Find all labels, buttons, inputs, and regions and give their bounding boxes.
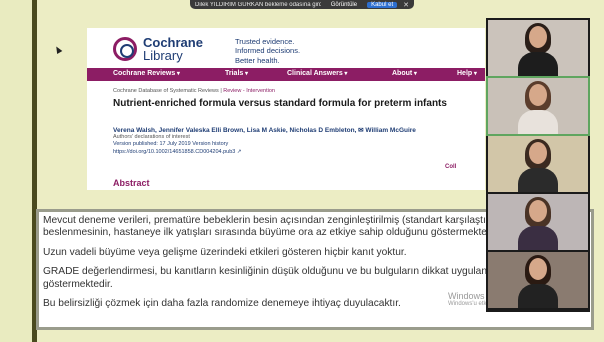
participant-tile[interactable]: [488, 136, 588, 192]
tagline-line: Better health.: [235, 55, 280, 65]
nav-clinical-answers: Clinical Answers: [287, 70, 347, 77]
cochrane-logo-icon: [113, 37, 137, 61]
version-line: Version published: 17 July 2019 Version …: [113, 141, 229, 147]
nav-help: Help: [457, 70, 477, 77]
participant-avatar: [518, 197, 558, 250]
participant-tile[interactable]: [488, 252, 588, 308]
review-authors: Verena Walsh, Jennifer Valeska Elli Brow…: [113, 127, 416, 134]
cochrane-navbar: Cochrane Reviews Trials Clinical Answers…: [87, 68, 485, 81]
close-icon[interactable]: ✕: [403, 1, 409, 9]
accept-button[interactable]: Kabul et: [367, 1, 398, 8]
participant-avatar: [518, 139, 558, 192]
participant-tile[interactable]: [488, 20, 588, 76]
participant-avatar: [518, 255, 558, 308]
breadcrumb-source: Cochrane Database of Systematic Reviews: [113, 88, 219, 94]
participant-tile[interactable]: [488, 194, 588, 250]
participant-avatar: [518, 23, 558, 76]
nav-about: About: [392, 70, 417, 77]
nav-cochrane-reviews: Cochrane Reviews: [113, 70, 180, 77]
mouse-pointer-icon: [53, 44, 63, 55]
collapse-link: Coll: [445, 164, 457, 170]
breadcrumb-tag: Review - Intervention: [223, 88, 275, 94]
review-title: Nutrient-enriched formula versus standar…: [113, 98, 447, 109]
logo-line2: Library: [143, 48, 183, 63]
doi-link: https://doi.org/10.1002/14651858.CD00420…: [113, 149, 242, 155]
left-background-band: [0, 0, 32, 342]
cochrane-logo: Cochrane Library: [113, 36, 203, 62]
waiting-room-notification: Dilek YILDIRIM GÜRKAN bekleme odasına gi…: [190, 0, 414, 9]
breadcrumb: Cochrane Database of Systematic Reviews …: [113, 88, 275, 94]
nav-trials: Trials: [225, 70, 248, 77]
participant-avatar: [518, 81, 558, 134]
abstract-heading: Abstract: [113, 178, 150, 188]
declarations-link: Authors' declarations of interest: [113, 134, 190, 140]
tagline: Trusted evidence. Informed decisions. Be…: [235, 37, 300, 65]
notification-message: Dilek YILDIRIM GÜRKAN bekleme odasına gi…: [195, 1, 321, 8]
tagline-line: Trusted evidence.: [235, 37, 295, 46]
tagline-line: Informed decisions.: [235, 46, 301, 56]
participant-tile-active[interactable]: [486, 76, 590, 136]
shared-slide-cochrane: Cochrane Library Trusted evidence. Infor…: [87, 28, 485, 190]
view-button[interactable]: Görüntüle: [327, 2, 361, 8]
